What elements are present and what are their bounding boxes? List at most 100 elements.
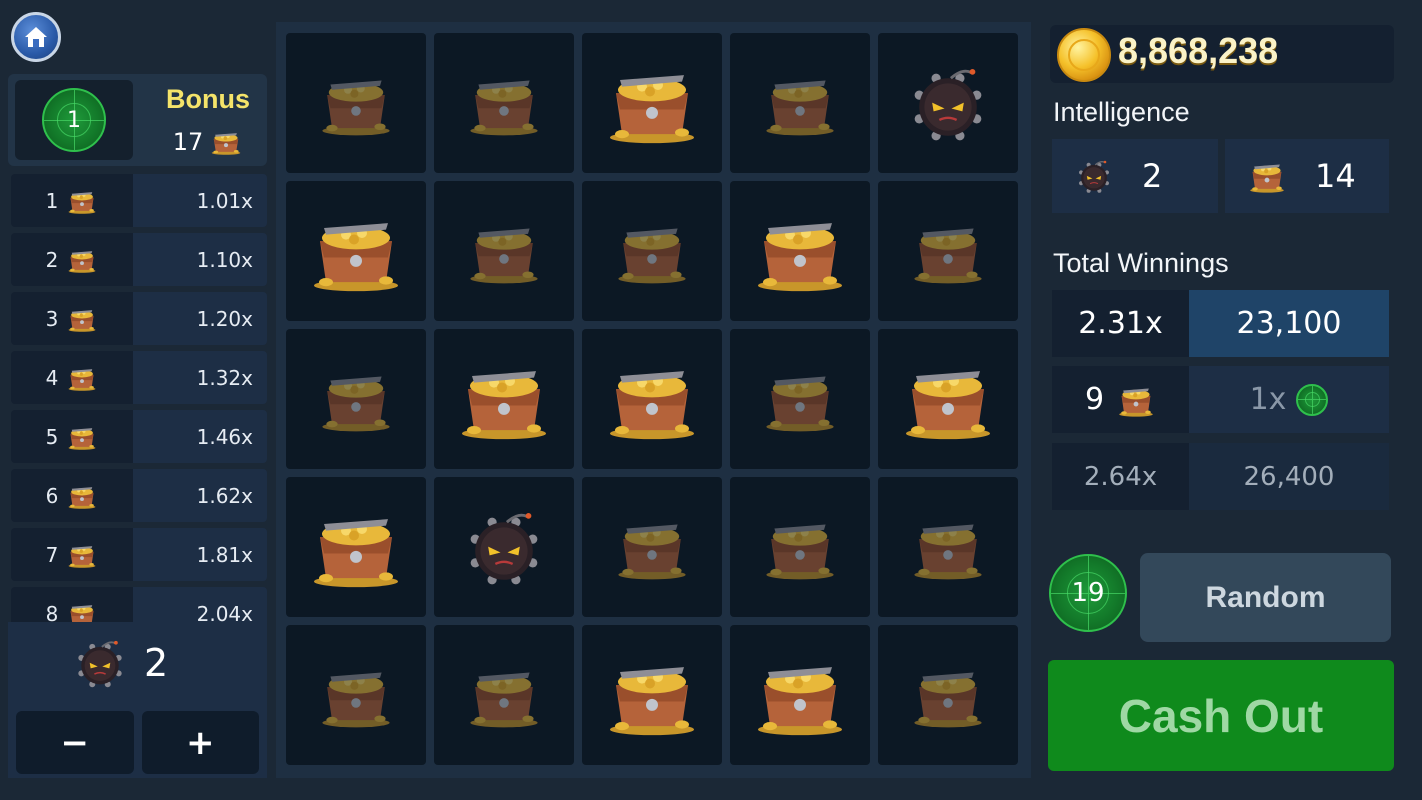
multiplier-value-cell: 1.32x bbox=[133, 351, 267, 404]
radar-icon: 19 bbox=[1049, 554, 1127, 632]
chest-icon bbox=[1250, 164, 1284, 193]
gold-coin-icon bbox=[1057, 28, 1111, 82]
radar-multiplier: 1x bbox=[1189, 366, 1389, 433]
chest-icon bbox=[610, 75, 694, 144]
chest-icon bbox=[470, 228, 538, 284]
multiplier-table[interactable]: 1 1.01x 2 1.10x 3 1.20x 4 1.32x 5 1.46x … bbox=[11, 174, 267, 622]
chest-icon bbox=[68, 427, 96, 450]
multiplier-count: 5 bbox=[11, 410, 133, 463]
intelligence-label: Intelligence bbox=[1053, 97, 1190, 127]
picks-count: 9 bbox=[1052, 366, 1189, 433]
chest-icon bbox=[68, 309, 96, 332]
grid-cell-chest[interactable] bbox=[730, 33, 870, 173]
chest-icon bbox=[610, 667, 694, 736]
multiplier-count: 7 bbox=[11, 528, 133, 581]
multiplier-row: 3 1.20x bbox=[11, 292, 267, 345]
multiplier-count-value: 1 bbox=[45, 188, 59, 213]
multiplier-count-value: 3 bbox=[45, 306, 59, 331]
grid-cell-chest[interactable] bbox=[286, 181, 426, 321]
chest-icon bbox=[322, 672, 390, 728]
intel-chests-value: 14 bbox=[1315, 157, 1356, 195]
grid-cell-chest[interactable] bbox=[878, 181, 1018, 321]
grid-cell-chest[interactable] bbox=[286, 625, 426, 765]
next-multiplier-value: 2.64x bbox=[1083, 461, 1158, 492]
bomb-stepper: − + bbox=[8, 704, 267, 778]
grid-cell-chest[interactable] bbox=[730, 181, 870, 321]
grid-cell-chest[interactable] bbox=[730, 625, 870, 765]
multiplier-value-cell: 1.01x bbox=[133, 174, 267, 227]
chest-icon bbox=[766, 80, 834, 136]
bomb-icon bbox=[1078, 160, 1110, 193]
intel-bombs-value: 2 bbox=[1142, 157, 1163, 195]
bomb-icon bbox=[470, 512, 538, 585]
multiplier-value: 1.20x bbox=[196, 306, 253, 331]
next-winnings-value: 26,400 bbox=[1243, 461, 1335, 492]
bonus-count-value: 17 bbox=[172, 128, 204, 156]
chest-icon bbox=[462, 371, 546, 440]
balance-value: 8,868,238 bbox=[1118, 30, 1279, 71]
grid-cell-chest[interactable] bbox=[582, 33, 722, 173]
chest-icon bbox=[314, 519, 398, 588]
grid-cell-chest[interactable] bbox=[286, 329, 426, 469]
multiplier-count: 6 bbox=[11, 469, 133, 522]
multiplier-count: 3 bbox=[11, 292, 133, 345]
chest-icon bbox=[70, 604, 94, 622]
bomb-count-value: 2 bbox=[144, 641, 169, 685]
cash-out-button[interactable]: Cash Out bbox=[1048, 660, 1394, 771]
picks-count-value: 9 bbox=[1084, 382, 1105, 417]
decrease-bombs-button[interactable]: − bbox=[16, 711, 134, 774]
multiplier-count-value: 5 bbox=[45, 424, 59, 449]
bomb-count-display: 2 bbox=[8, 622, 267, 704]
chest-icon bbox=[766, 376, 834, 432]
grid-cell-chest[interactable] bbox=[434, 181, 574, 321]
chest-icon bbox=[470, 80, 538, 136]
next-winnings: 26,400 bbox=[1189, 443, 1389, 510]
grid-cell-chest[interactable] bbox=[582, 181, 722, 321]
multiplier-row: 6 1.62x bbox=[11, 469, 267, 522]
bonus-panel: 1 Bonus 17 bbox=[8, 74, 267, 166]
chest-icon bbox=[766, 524, 834, 580]
random-radar-count: 19 bbox=[1071, 578, 1105, 608]
grid-cell-chest[interactable] bbox=[878, 625, 1018, 765]
grid-cell-bomb[interactable] bbox=[878, 33, 1018, 173]
increase-bombs-button[interactable]: + bbox=[141, 711, 259, 774]
game-grid bbox=[276, 22, 1031, 778]
multiplier-value: 1.01x bbox=[196, 188, 253, 213]
bonus-title: Bonus bbox=[166, 84, 250, 114]
chest-icon bbox=[610, 371, 694, 440]
chest-icon bbox=[618, 228, 686, 284]
grid-cell-bomb[interactable] bbox=[434, 477, 574, 617]
multiplier-value: 1.62x bbox=[196, 483, 253, 508]
grid-cell-chest[interactable] bbox=[730, 477, 870, 617]
grid-cell-chest[interactable] bbox=[878, 477, 1018, 617]
grid-cell-chest[interactable] bbox=[878, 329, 1018, 469]
multiplier-value: 1.32x bbox=[196, 365, 253, 390]
grid-cell-chest[interactable] bbox=[434, 33, 574, 173]
multiplier-row: 2 1.10x bbox=[11, 233, 267, 286]
chest-icon bbox=[68, 545, 96, 568]
chest-icon bbox=[470, 672, 538, 728]
grid-cell-chest[interactable] bbox=[582, 625, 722, 765]
grid-cell-chest[interactable] bbox=[434, 625, 574, 765]
chest-icon bbox=[68, 368, 96, 391]
chest-icon bbox=[914, 524, 982, 580]
chest-icon bbox=[68, 486, 96, 509]
chest-icon bbox=[68, 191, 96, 214]
bomb-icon bbox=[78, 640, 122, 688]
grid-cell-chest[interactable] bbox=[286, 477, 426, 617]
multiplier-value-cell: 1.46x bbox=[133, 410, 267, 463]
multiplier-row: 8 2.04x bbox=[11, 587, 267, 622]
next-multiplier: 2.64x bbox=[1052, 443, 1189, 510]
home-button[interactable] bbox=[11, 12, 61, 62]
chest-icon bbox=[758, 667, 842, 736]
multiplier-count: 4 bbox=[11, 351, 133, 404]
random-button[interactable]: Random bbox=[1140, 553, 1391, 642]
chest-icon bbox=[322, 376, 390, 432]
grid-cell-chest[interactable] bbox=[434, 329, 574, 469]
grid-cell-chest[interactable] bbox=[582, 329, 722, 469]
grid-cell-chest[interactable] bbox=[730, 329, 870, 469]
multiplier-count: 2 bbox=[11, 233, 133, 286]
grid-cell-chest[interactable] bbox=[286, 33, 426, 173]
grid-cell-chest[interactable] bbox=[582, 477, 722, 617]
radar-icon bbox=[1296, 383, 1329, 416]
